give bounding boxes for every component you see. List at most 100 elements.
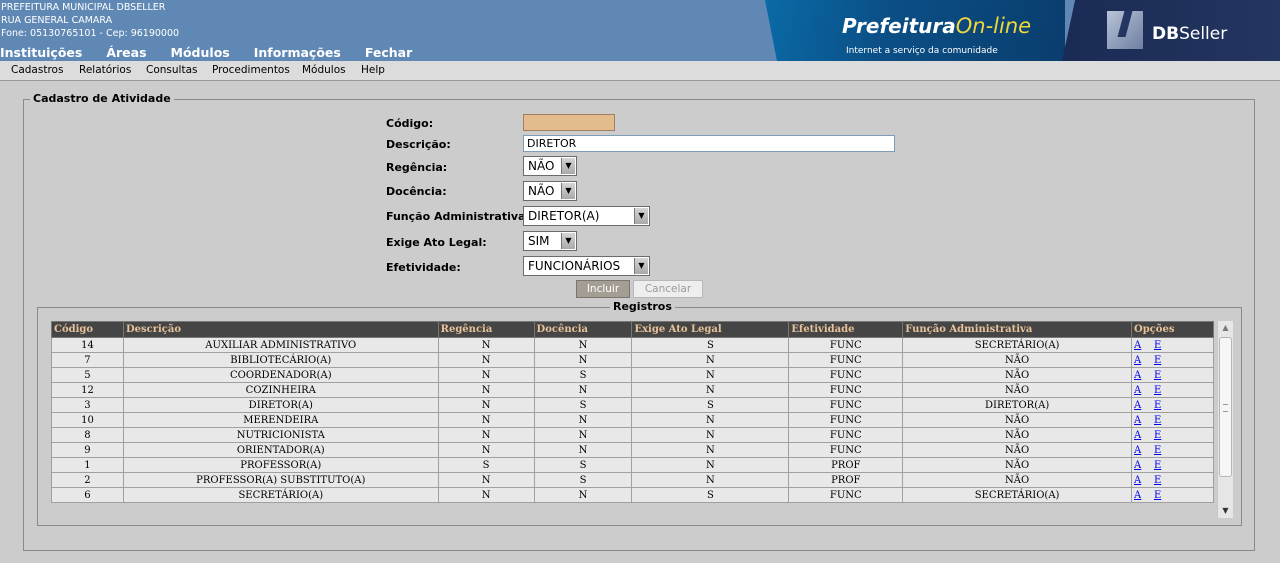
chevron-down-icon[interactable]: ▼ bbox=[634, 258, 648, 274]
cell-regencia: N bbox=[437, 382, 535, 398]
col-header-opcoes: Opções bbox=[1131, 321, 1214, 338]
excluir-link[interactable]: E bbox=[1154, 370, 1161, 381]
col-header-codigo[interactable]: Código bbox=[51, 321, 124, 338]
menubar-cadastros[interactable]: Cadastros bbox=[11, 64, 63, 76]
excluir-link[interactable]: E bbox=[1154, 445, 1161, 456]
funcao-select[interactable]: DIRETOR(A) ▼ bbox=[523, 206, 650, 226]
table-row: 14 AUXILIAR ADMINISTRATIVO N N S FUNC SECRETÁR… bbox=[51, 337, 1214, 353]
scroll-down-icon[interactable]: ▼ bbox=[1218, 504, 1233, 518]
cell-ato-legal: N bbox=[631, 412, 790, 428]
menubar-modulos[interactable]: Módulos bbox=[302, 64, 346, 76]
ato-legal-select[interactable]: SIM ▼ bbox=[523, 231, 577, 251]
codigo-input[interactable] bbox=[523, 114, 615, 131]
menubar-relatorios[interactable]: Relatórios bbox=[79, 64, 131, 76]
cell-efetividade: FUNC bbox=[788, 487, 904, 503]
cell-funcao: SECRETÁRIO(A) bbox=[902, 337, 1133, 353]
cell-regencia: N bbox=[437, 442, 535, 458]
table-row: 6 SECRETÁRIO(A) N N S FUNC SECRETÁRIO(A) A E bbox=[51, 487, 1214, 503]
dbseller-logo: DBSeller bbox=[1152, 24, 1228, 44]
efetividade-value: FUNCIONÁRIOS bbox=[528, 259, 621, 273]
cell-regencia: N bbox=[437, 427, 535, 443]
excluir-link[interactable]: E bbox=[1154, 355, 1161, 366]
col-header-descricao[interactable]: Descrição bbox=[122, 321, 439, 338]
excluir-link[interactable]: E bbox=[1154, 385, 1161, 396]
excluir-link[interactable]: E bbox=[1154, 475, 1161, 486]
cell-ato-legal: S bbox=[631, 397, 790, 413]
incluir-button[interactable]: Incluir bbox=[576, 280, 630, 298]
excluir-link[interactable]: E bbox=[1154, 460, 1161, 471]
col-header-ato-legal[interactable]: Exige Ato Legal bbox=[631, 321, 790, 338]
cell-regencia: N bbox=[437, 412, 535, 428]
option-spacer bbox=[1141, 415, 1154, 426]
excluir-link[interactable]: E bbox=[1154, 340, 1161, 351]
cell-efetividade: FUNC bbox=[788, 352, 904, 368]
menu-bar: Cadastros Relatórios Consultas Procedime… bbox=[0, 61, 1280, 81]
cell-opcoes: A E bbox=[1131, 382, 1214, 398]
cell-efetividade: FUNC bbox=[788, 337, 904, 353]
scroll-thumb[interactable] bbox=[1219, 337, 1232, 477]
cell-ato-legal: N bbox=[631, 382, 790, 398]
col-header-efetividade[interactable]: Efetividade bbox=[788, 321, 904, 338]
col-header-funcao[interactable]: Função Administrativa bbox=[902, 321, 1133, 338]
cell-ato-legal: N bbox=[631, 472, 790, 488]
excluir-link[interactable]: E bbox=[1154, 490, 1161, 501]
scroll-up-icon[interactable]: ▲ bbox=[1218, 321, 1233, 335]
excluir-link[interactable]: E bbox=[1154, 400, 1161, 411]
cell-efetividade: FUNC bbox=[788, 412, 904, 428]
col-header-regencia[interactable]: Regência bbox=[437, 321, 535, 338]
cell-codigo: 6 bbox=[51, 487, 124, 503]
chevron-down-icon[interactable]: ▼ bbox=[561, 158, 575, 174]
excluir-link[interactable]: E bbox=[1154, 415, 1161, 426]
cell-docencia: S bbox=[533, 367, 633, 383]
cell-descricao: AUXILIAR ADMINISTRATIVO bbox=[122, 337, 439, 353]
table-row: 1 PROFESSOR(A) S S N PROF NÃO A E bbox=[51, 457, 1214, 473]
cell-regencia: N bbox=[437, 472, 535, 488]
chevron-down-icon[interactable]: ▼ bbox=[561, 233, 575, 249]
cell-opcoes: A E bbox=[1131, 442, 1214, 458]
cell-descricao: ORIENTADOR(A) bbox=[122, 442, 439, 458]
funcao-value: DIRETOR(A) bbox=[528, 209, 600, 223]
cell-opcoes: A E bbox=[1131, 367, 1214, 383]
cell-efetividade: PROF bbox=[788, 472, 904, 488]
prefeitura-online-logo: PrefeituraOn-line bbox=[842, 14, 1032, 38]
grid-scrollbar[interactable]: ▲ ▼ bbox=[1217, 321, 1233, 518]
regencia-select[interactable]: NÃO ▼ bbox=[523, 156, 577, 176]
menubar-procedimentos[interactable]: Procedimentos bbox=[212, 64, 290, 76]
cell-opcoes: A E bbox=[1131, 412, 1214, 428]
col-header-docencia[interactable]: Docência bbox=[533, 321, 633, 338]
org-street: RUA GENERAL CAMARA bbox=[1, 15, 113, 26]
menu-modulos[interactable]: Módulos bbox=[171, 45, 230, 61]
table-row: 10 MERENDEIRA N N N FUNC NÃO A E bbox=[51, 412, 1214, 428]
cell-descricao: MERENDEIRA bbox=[122, 412, 439, 428]
option-spacer bbox=[1141, 490, 1154, 501]
descricao-input[interactable]: DIRETOR bbox=[523, 135, 895, 152]
cell-regencia: N bbox=[437, 337, 535, 353]
excluir-link[interactable]: E bbox=[1154, 430, 1161, 441]
ato-legal-label: Exige Ato Legal: bbox=[386, 236, 487, 249]
table-header-row: Código Descrição Regência Docência Exige… bbox=[51, 321, 1214, 338]
docencia-value: NÃO bbox=[528, 184, 555, 198]
menu-informacoes[interactable]: Informações bbox=[254, 45, 341, 61]
cell-funcao: NÃO bbox=[902, 472, 1133, 488]
cell-efetividade: FUNC bbox=[788, 367, 904, 383]
cell-regencia: N bbox=[437, 352, 535, 368]
option-spacer bbox=[1141, 445, 1154, 456]
cadastro-legend: Cadastro de Atividade bbox=[30, 92, 174, 105]
option-spacer bbox=[1141, 370, 1154, 381]
cell-efetividade: FUNC bbox=[788, 397, 904, 413]
cell-opcoes: A E bbox=[1131, 427, 1214, 443]
docencia-select[interactable]: NÃO ▼ bbox=[523, 181, 577, 201]
efetividade-select[interactable]: FUNCIONÁRIOS ▼ bbox=[523, 256, 650, 276]
cell-efetividade: FUNC bbox=[788, 382, 904, 398]
chevron-down-icon[interactable]: ▼ bbox=[561, 183, 575, 199]
cell-codigo: 10 bbox=[51, 412, 124, 428]
menubar-help[interactable]: Help bbox=[361, 64, 385, 76]
chevron-down-icon[interactable]: ▼ bbox=[634, 208, 648, 224]
cell-descricao: COORDENADOR(A) bbox=[122, 367, 439, 383]
cell-ato-legal: N bbox=[631, 352, 790, 368]
cell-efetividade: FUNC bbox=[788, 442, 904, 458]
menubar-consultas[interactable]: Consultas bbox=[146, 64, 197, 76]
menu-fechar[interactable]: Fechar bbox=[365, 45, 412, 61]
menu-areas[interactable]: Áreas bbox=[106, 45, 146, 61]
menu-instituicoes[interactable]: Instituições bbox=[0, 45, 82, 61]
